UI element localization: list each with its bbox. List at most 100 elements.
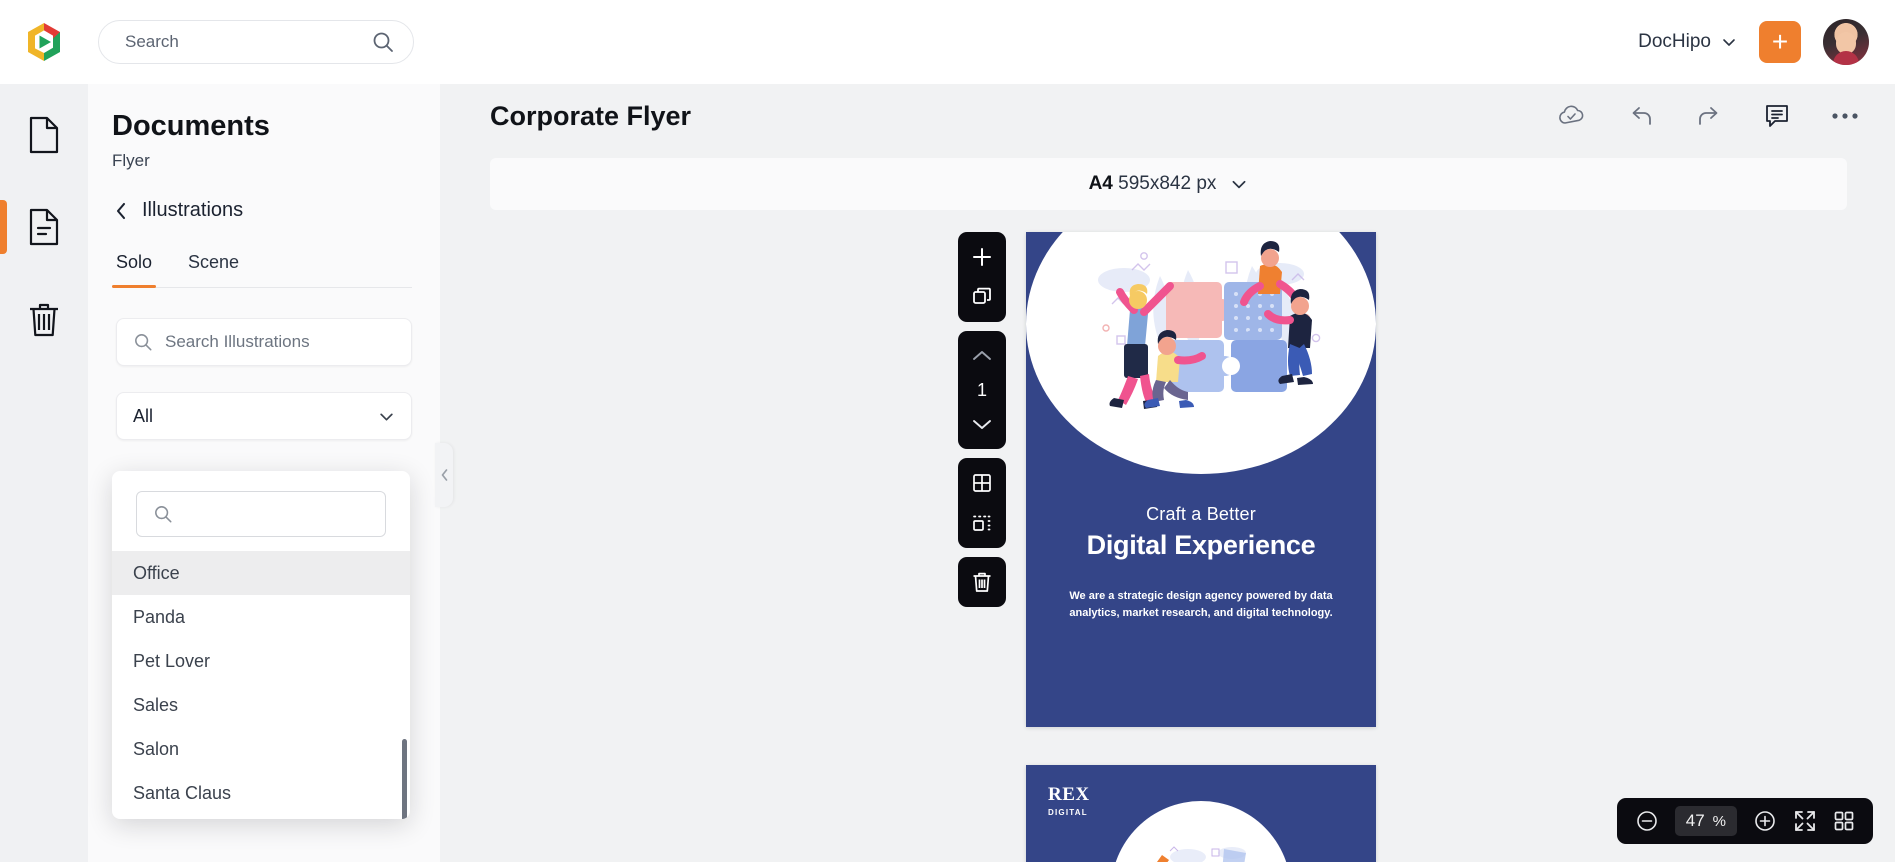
page-layout-group (958, 458, 1006, 548)
flyer-brand: REX DIGITAL (1048, 252, 1090, 284)
top-bar: Search DocHipo + (0, 0, 1895, 84)
rail-item-text-document[interactable] (0, 198, 88, 256)
dropdown-item-salon[interactable]: Salon (112, 727, 410, 771)
chevron-down-icon (378, 408, 395, 425)
more-options-icon (1831, 111, 1859, 121)
brand-name: REX (1048, 251, 1090, 272)
comment-button[interactable] (1763, 102, 1791, 130)
document-header: Corporate Flyer (440, 84, 1895, 148)
dropdown-item-sales[interactable]: Sales (112, 683, 410, 727)
zoom-level-input[interactable]: 47 % (1674, 806, 1737, 836)
back-label: Illustrations (142, 199, 244, 221)
zoom-controls: 47 % (1616, 798, 1873, 844)
canvas-page-2[interactable]: REX DIGITAL (1026, 765, 1376, 862)
account-menu[interactable]: DocHipo (1638, 31, 1737, 53)
category-select[interactable]: All (116, 392, 412, 440)
page-size-dimensions: 595x842 px (1118, 173, 1217, 194)
zoom-in-button[interactable] (1753, 809, 1777, 833)
previous-page-button[interactable] (965, 341, 999, 371)
delete-page-button[interactable] (965, 567, 999, 597)
category-select-value: All (133, 405, 154, 426)
page-delete-group (958, 557, 1006, 607)
page-tools: 1 (958, 232, 1006, 607)
brand-subtitle: DIGITAL (1048, 808, 1088, 817)
panel-subtitle: Flyer (112, 151, 150, 170)
account-name: DocHipo (1638, 31, 1711, 52)
left-icon-rail (0, 84, 88, 862)
tab-solo[interactable]: Solo (111, 252, 157, 288)
dropdown-item-pet-lover[interactable]: Pet Lover (112, 639, 410, 683)
undo-button[interactable] (1627, 103, 1655, 129)
top-bar-right: DocHipo + (1638, 19, 1895, 65)
dropdown-item-panda[interactable]: Panda (112, 595, 410, 639)
illustration-tabs: Solo Scene (111, 252, 412, 288)
page-add-group (958, 232, 1006, 322)
editor-main: Corporate Flyer A4 595x842 px 1 REX DIGI… (440, 84, 1895, 862)
flyer-headline-large: Digital Experience (1086, 530, 1316, 560)
text-document-icon (27, 208, 61, 246)
canvas-page-1[interactable]: REX DIGITAL Craft a Better Digital Exper… (1026, 232, 1376, 727)
dropdown-item-office[interactable]: Office (112, 551, 410, 595)
brand-name: REX (1048, 784, 1090, 805)
trash-icon (27, 300, 61, 338)
rail-item-blank-document[interactable] (0, 106, 88, 164)
back-to-illustrations[interactable]: Illustrations (88, 171, 440, 222)
chevron-left-icon (114, 201, 128, 221)
category-dropdown-search[interactable] (136, 491, 386, 537)
document-actions (1557, 102, 1859, 130)
zoom-percent-symbol: % (1712, 812, 1726, 830)
flyer-headline-small: Craft a Better (1146, 504, 1256, 524)
comment-icon (1763, 102, 1791, 130)
illustration-search-input[interactable]: Search Illustrations (116, 318, 412, 366)
redo-icon (1695, 103, 1723, 129)
next-page-button[interactable] (965, 409, 999, 439)
app-logo[interactable] (0, 20, 88, 64)
create-new-button[interactable]: + (1759, 21, 1801, 63)
dochipo-editor-app: Search DocHipo + Documents Flyer Illustr… (0, 0, 1895, 862)
grid-layout-button[interactable] (965, 468, 999, 498)
search-icon (133, 332, 153, 352)
teamwork-puzzle-illustration (1098, 241, 1321, 409)
panel-title: Documents (112, 110, 270, 142)
undo-icon (1627, 103, 1655, 129)
rail-item-trash[interactable] (0, 290, 88, 348)
category-dropdown-list: Office Panda Pet Lover Sales Salon Santa… (112, 551, 410, 819)
illustration-search-placeholder: Search Illustrations (165, 332, 310, 351)
flyer-brand: REX DIGITAL (1048, 785, 1090, 817)
global-search-input[interactable]: Search (98, 20, 414, 64)
dropdown-item-santa-claus[interactable]: Santa Claus (112, 771, 410, 815)
duplicate-page-button[interactable] (965, 282, 999, 312)
crop-selection-button[interactable] (965, 508, 999, 538)
tab-solo-label: Solo (116, 252, 153, 272)
current-page-number: 1 (976, 380, 987, 400)
tab-scene-label: Scene (188, 252, 240, 272)
search-icon (371, 30, 395, 54)
redo-button[interactable] (1695, 103, 1723, 129)
search-icon (153, 504, 173, 524)
more-options-button[interactable] (1831, 111, 1859, 121)
pages-grid-button[interactable] (1833, 810, 1855, 832)
panel-collapse-handle[interactable] (435, 443, 453, 507)
page-size-preset: A4 (1088, 173, 1113, 194)
document-title[interactable]: Corporate Flyer (490, 101, 691, 132)
brand-subtitle: DIGITAL (1048, 275, 1088, 284)
chevron-down-icon (1721, 34, 1737, 50)
page2-illustration (1157, 846, 1246, 862)
global-search-placeholder: Search (125, 32, 179, 51)
dropdown-scrollbar[interactable] (402, 739, 407, 819)
page-size-selector[interactable]: A4 595x842 px (490, 158, 1847, 210)
page-size-label: A4 595x842 px (1089, 173, 1217, 195)
blank-document-icon (27, 116, 61, 154)
page-navigation-group: 1 (958, 331, 1006, 449)
flyer-body-text: We are a strategic design agency powered… (1069, 590, 1333, 619)
category-dropdown: Office Panda Pet Lover Sales Salon Santa… (112, 471, 410, 819)
zoom-out-button[interactable] (1635, 809, 1659, 833)
user-avatar[interactable] (1823, 19, 1869, 65)
plus-icon: + (1771, 26, 1789, 57)
fullscreen-button[interactable] (1793, 809, 1817, 833)
tab-scene[interactable]: Scene (188, 252, 239, 287)
chevron-left-icon (440, 468, 449, 482)
cloud-saved-button[interactable] (1557, 104, 1587, 128)
zoom-level-value: 47 (1685, 811, 1705, 830)
add-page-button[interactable] (965, 242, 999, 272)
